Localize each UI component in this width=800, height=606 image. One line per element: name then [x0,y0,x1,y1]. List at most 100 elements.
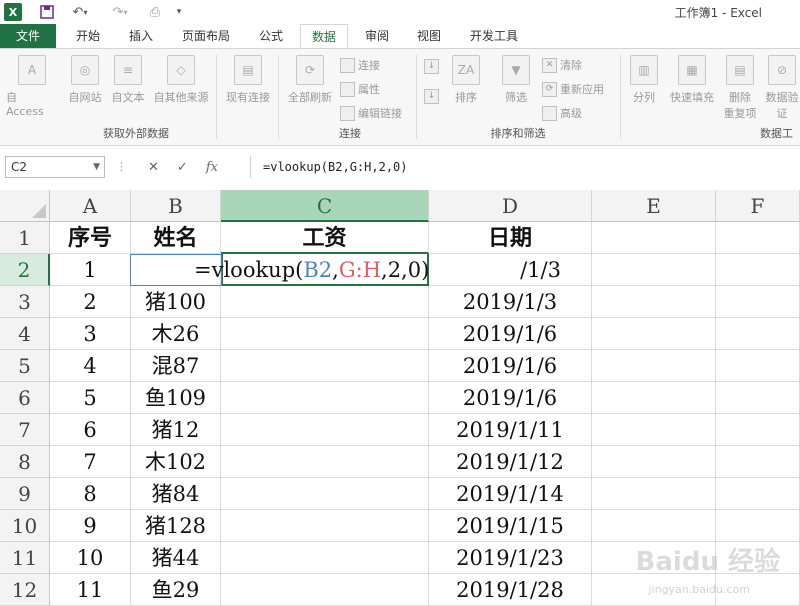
cell-b11[interactable]: 猪44 [131,542,221,574]
cell-d12[interactable]: 2019/1/28 [429,574,592,606]
cell-b8[interactable]: 木102 [131,446,221,478]
connections-button[interactable]: 连接 [340,57,380,73]
cell-a3[interactable]: 2 [50,286,131,318]
select-all-corner[interactable] [0,190,50,222]
cell-d4[interactable]: 2019/1/6 [429,318,592,350]
cell-b6[interactable]: 鱼109 [131,382,221,414]
cell-f6[interactable] [716,382,800,414]
cell-f1[interactable] [716,222,800,254]
cell-b3[interactable]: 猪100 [131,286,221,318]
cell-a5[interactable]: 4 [50,350,131,382]
cell-c5[interactable] [221,350,429,382]
cell-c11[interactable] [221,542,429,574]
column-header-e[interactable]: E [592,190,716,222]
cell-d8[interactable]: 2019/1/12 [429,446,592,478]
row-header-9[interactable]: 9 [0,478,50,510]
from-web-button[interactable]: ◎ 自网站 [62,55,108,105]
cell-e3[interactable] [592,286,716,318]
cell-a10[interactable]: 9 [50,510,131,542]
cell-c8[interactable] [221,446,429,478]
tab-view[interactable]: 视图 [406,24,452,48]
row-header-6[interactable]: 6 [0,382,50,414]
redo-icon[interactable]: ↷ ▾ [106,3,134,21]
row-header-12[interactable]: 12 [0,574,50,606]
cell-d10[interactable]: 2019/1/15 [429,510,592,542]
sort-asc-button[interactable]: ↓ [424,59,439,74]
cell-d7[interactable]: 2019/1/11 [429,414,592,446]
sort-button[interactable]: ZA 排序 [448,55,484,105]
row-header-1[interactable]: 1 [0,222,50,254]
cell-d1[interactable]: 日期 [429,222,592,254]
cell-a11[interactable]: 10 [50,542,131,574]
from-other-sources-button[interactable]: ◇ 自其他来源 [150,55,212,105]
tab-home[interactable]: 开始 [66,24,110,48]
row-header-3[interactable]: 3 [0,286,50,318]
print-preview-icon[interactable]: ⎙ [146,3,164,21]
cell-d2[interactable]: /1/3 [429,254,592,286]
cell-e10[interactable] [592,510,716,542]
row-header-11[interactable]: 11 [0,542,50,574]
cell-d9[interactable]: 2019/1/14 [429,478,592,510]
cell-c3[interactable] [221,286,429,318]
save-icon[interactable] [38,3,56,21]
row-header-5[interactable]: 5 [0,350,50,382]
tab-review[interactable]: 审阅 [354,24,400,48]
cell-e9[interactable] [592,478,716,510]
cell-f9[interactable] [716,478,800,510]
tab-insert[interactable]: 插入 [118,24,164,48]
text-to-columns-button[interactable]: ▥ 分列 [626,55,662,105]
tab-developer[interactable]: 开发工具 [460,24,528,48]
tab-page-layout[interactable]: 页面布局 [172,24,240,48]
cell-e6[interactable] [592,382,716,414]
cell-a8[interactable]: 7 [50,446,131,478]
cell-f2[interactable] [716,254,800,286]
cell-b5[interactable]: 混87 [131,350,221,382]
edit-links-button[interactable]: 编辑链接 [340,105,402,121]
advanced-button[interactable]: 高级 [542,105,582,121]
row-header-10[interactable]: 10 [0,510,50,542]
cell-e7[interactable] [592,414,716,446]
name-box-dropdown-icon[interactable]: ▼ [93,157,100,177]
cell-e4[interactable] [592,318,716,350]
column-header-b[interactable]: B [131,190,221,222]
cell-e2[interactable] [592,254,716,286]
tab-file[interactable]: 文件 [0,24,56,48]
cell-a6[interactable]: 5 [50,382,131,414]
cell-c6[interactable] [221,382,429,414]
row-header-7[interactable]: 7 [0,414,50,446]
existing-connections-button[interactable]: ▤ 现有连接 [222,55,274,105]
cell-c7[interactable] [221,414,429,446]
insert-function-icon[interactable]: fx [206,160,218,175]
cell-a2[interactable]: 1 [50,254,131,286]
clear-button[interactable]: ✕ 清除 [542,57,582,73]
customize-toolbar-icon[interactable]: ▾ [172,3,186,21]
formula-input[interactable]: =vlookup(B2,G:H,2,0) [250,156,800,178]
cell-e1[interactable] [592,222,716,254]
tab-formulas[interactable]: 公式 [248,24,294,48]
cell-a7[interactable]: 6 [50,414,131,446]
cell-f7[interactable] [716,414,800,446]
cell-b7[interactable]: 猪12 [131,414,221,446]
cell-d6[interactable]: 2019/1/6 [429,382,592,414]
row-header-8[interactable]: 8 [0,446,50,478]
cell-e8[interactable] [592,446,716,478]
cell-a12[interactable]: 11 [50,574,131,606]
cell-editor[interactable]: =vlookup(B2,G:H,2,0) [130,254,430,286]
cell-c12[interactable] [221,574,429,606]
column-header-a[interactable]: A [50,190,131,222]
column-header-f[interactable]: F [716,190,800,222]
cell-b10[interactable]: 猪128 [131,510,221,542]
column-header-c[interactable]: C [221,190,429,222]
data-validation-button[interactable]: ⊘ 数据验 证 [762,55,800,121]
filter-button[interactable]: ▼ 筛选 [496,55,536,105]
row-header-2[interactable]: 2 [0,254,50,286]
cell-a1[interactable]: 序号 [50,222,131,254]
cell-a4[interactable]: 3 [50,318,131,350]
cell-c1[interactable]: 工资 [221,222,429,254]
cell-b9[interactable]: 猪84 [131,478,221,510]
row-header-4[interactable]: 4 [0,318,50,350]
cell-c9[interactable] [221,478,429,510]
reapply-button[interactable]: ⟳ 重新应用 [542,81,604,97]
cell-d11[interactable]: 2019/1/23 [429,542,592,574]
remove-duplicates-button[interactable]: ▤ 删除 重复项 [720,55,760,121]
